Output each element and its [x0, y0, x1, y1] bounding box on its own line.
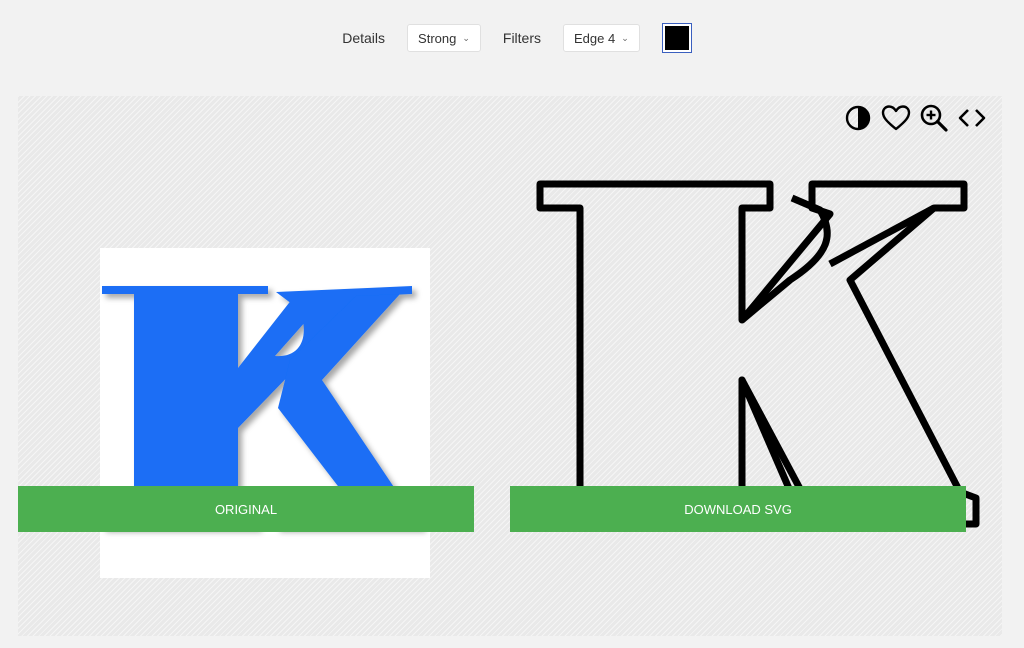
toolbar: Details Strong ⌄ Filters Edge 4 ⌄ [0, 0, 1024, 76]
color-picker[interactable] [661, 23, 692, 53]
chevron-down-icon: ⌄ [621, 32, 629, 43]
download-svg-button[interactable]: DOWNLOAD SVG [510, 486, 966, 532]
zoom-in-icon[interactable] [918, 102, 950, 134]
code-icon[interactable] [956, 102, 988, 134]
filters-value: Edge 4 [574, 30, 616, 46]
contrast-icon[interactable] [842, 102, 874, 134]
svg-output-preview [530, 174, 990, 534]
chevron-down-icon: ⌄ [462, 32, 470, 43]
filters-label: Filters [502, 30, 542, 46]
details-label: Details [342, 30, 386, 46]
color-swatch [664, 26, 689, 50]
heart-icon[interactable] [880, 102, 912, 134]
preview-toolbar [842, 102, 988, 134]
original-button[interactable]: ORIGINAL [18, 486, 474, 532]
details-value: Strong [418, 30, 457, 46]
preview-stage [18, 96, 1002, 636]
filters-select[interactable]: Edge 4 ⌄ [563, 24, 640, 52]
details-select[interactable]: Strong ⌄ [407, 24, 481, 52]
